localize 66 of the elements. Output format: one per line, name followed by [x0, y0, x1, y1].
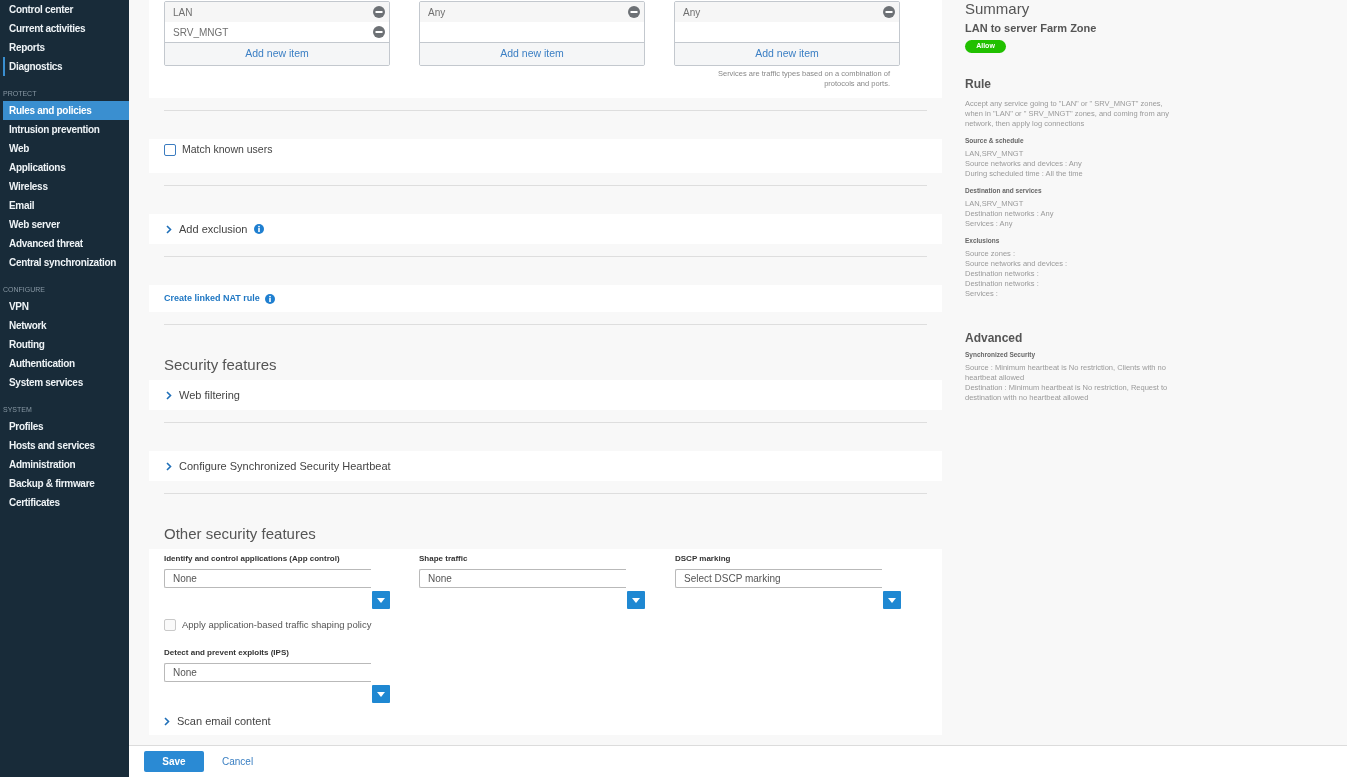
field-label: Identify and control applications (App control)	[164, 553, 341, 565]
minus-circle-icon[interactable]	[373, 26, 385, 38]
sidebar-item[interactable]: Certificates	[3, 493, 129, 512]
dropdown-button[interactable]	[372, 591, 390, 609]
add-item-button[interactable]: Add new item	[675, 42, 899, 65]
dropdown-button[interactable]	[883, 591, 901, 609]
checkbox-label: Match known users	[182, 142, 273, 158]
add-item-button[interactable]: Add new item	[165, 42, 389, 65]
nat-rule-link[interactable]: Create linked NAT rule	[164, 291, 260, 306]
sidebar-item[interactable]: Email	[3, 196, 129, 215]
field-label: Detect and prevent exploits (IPS)	[164, 647, 290, 659]
minus-circle-icon[interactable]	[628, 6, 640, 18]
dropdown-button[interactable]	[627, 591, 645, 609]
sidebar-item[interactable]: VPN	[3, 297, 129, 316]
expand-toggle[interactable]: Web filtering	[164, 386, 240, 404]
sidebar-item[interactable]: Wireless	[3, 177, 129, 196]
sidebar-item[interactable]: Web	[3, 139, 129, 158]
caret-icon	[632, 597, 640, 603]
list-item-text: LAN	[173, 5, 193, 20]
sidebar-item[interactable]: Web server	[3, 215, 129, 234]
sidebar-item[interactable]: Hosts and services	[3, 436, 129, 455]
sidebar-item[interactable]: Network	[3, 316, 129, 335]
list-item-text: Any	[683, 5, 701, 20]
select-field[interactable]: Select DSCP marking	[675, 569, 882, 588]
summary-title: Summary	[965, 0, 1031, 18]
caret-icon	[888, 597, 896, 603]
summary-heading: Rule	[965, 75, 992, 93]
sidebar-item[interactable]: Control center	[3, 0, 129, 19]
info-icon[interactable]	[253, 224, 264, 234]
cancel-link[interactable]: Cancel	[222, 754, 254, 769]
sidebar-item[interactable]: Applications	[3, 158, 129, 177]
checkbox[interactable]	[164, 144, 176, 156]
select-field[interactable]: None	[164, 663, 371, 682]
minus-circle-icon[interactable]	[373, 6, 385, 18]
sidebar-item[interactable]: Advanced threat	[3, 234, 129, 253]
save-button[interactable]: Save	[144, 751, 204, 772]
expand-toggle[interactable]: Configure Synchronized Security Heartbeat	[164, 457, 391, 475]
rule-name: LAN to server Farm Zone	[965, 21, 1098, 36]
sidebar-item[interactable]: Authentication	[3, 354, 129, 373]
sidebar-item[interactable]: Backup & firmware	[3, 474, 129, 493]
sidebar-item[interactable]: Administration	[3, 455, 129, 474]
section-heading: Security features	[164, 355, 278, 375]
sidebar-item[interactable]: Routing	[3, 335, 129, 354]
minus-circle-icon[interactable]	[883, 6, 895, 18]
summary-heading: Advanced	[965, 329, 1024, 347]
sidebar-item[interactable]: Central synchronization	[3, 253, 129, 272]
field-label: Shape traffic	[419, 553, 469, 565]
section-heading: Other security features	[164, 524, 317, 544]
select-field[interactable]: None	[419, 569, 626, 588]
add-item-button[interactable]: Add new item	[420, 42, 644, 65]
select-field[interactable]: None	[164, 569, 371, 588]
info-icon[interactable]	[264, 293, 275, 304]
list-item-text: Any	[428, 5, 446, 20]
dropdown-button[interactable]	[372, 685, 390, 703]
field-label: DSCP marking	[675, 553, 732, 565]
sidebar-item[interactable]: Profiles	[3, 417, 129, 436]
caret-icon	[377, 691, 385, 697]
sidebar-item[interactable]: Reports	[3, 38, 129, 57]
sidebar-item[interactable]: Current activities	[3, 19, 129, 38]
list-item-text: SRV_MNGT	[173, 25, 229, 40]
expand-toggle[interactable]: Scan email content	[164, 712, 271, 730]
checkbox-label: Apply application-based traffic shaping policy	[182, 617, 372, 632]
caret-icon	[377, 597, 385, 603]
expand-toggle[interactable]: Add exclusion	[164, 220, 248, 238]
sidebar-item[interactable]: Intrusion prevention	[3, 120, 129, 139]
sidebar-item[interactable]: System services	[3, 373, 129, 392]
